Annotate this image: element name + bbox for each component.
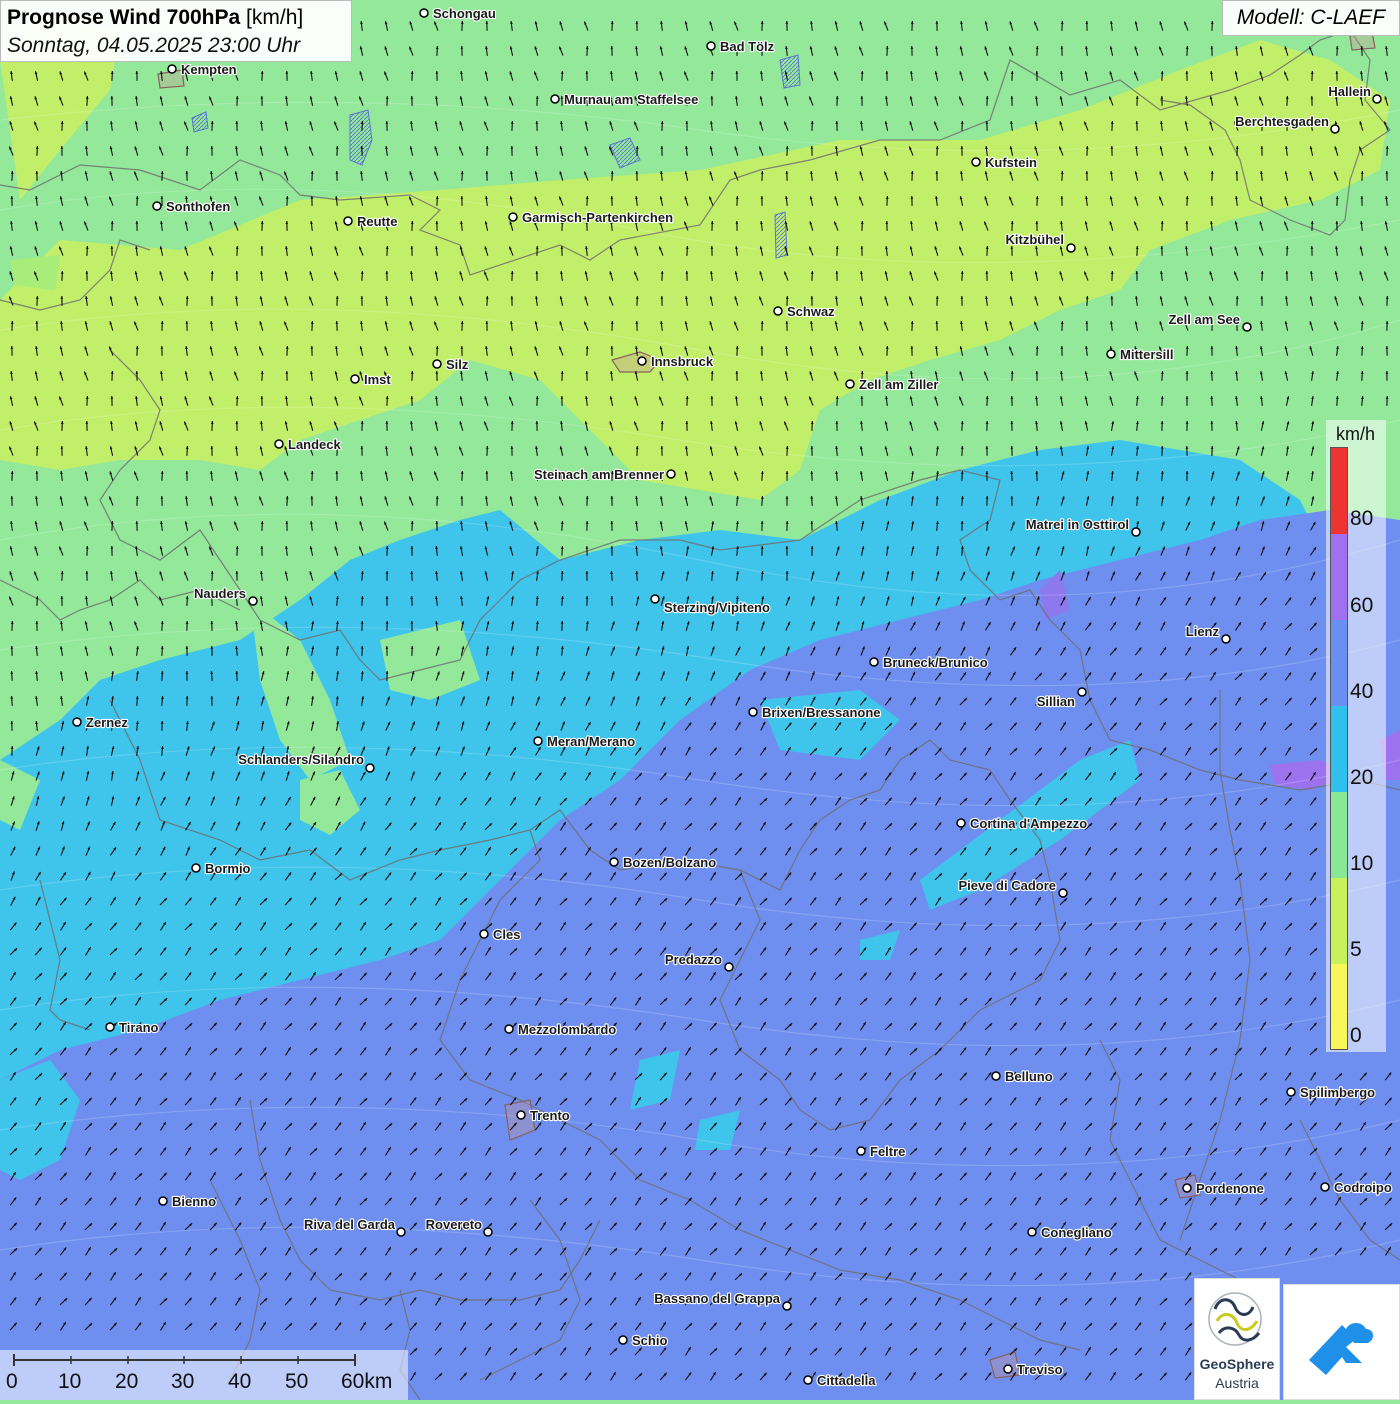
wind-map: Schongau Bad Tölz Kempten Murnau am Staf… — [0, 0, 1400, 1400]
lake-achensee — [775, 212, 787, 258]
lake-tegernsee — [780, 55, 800, 88]
